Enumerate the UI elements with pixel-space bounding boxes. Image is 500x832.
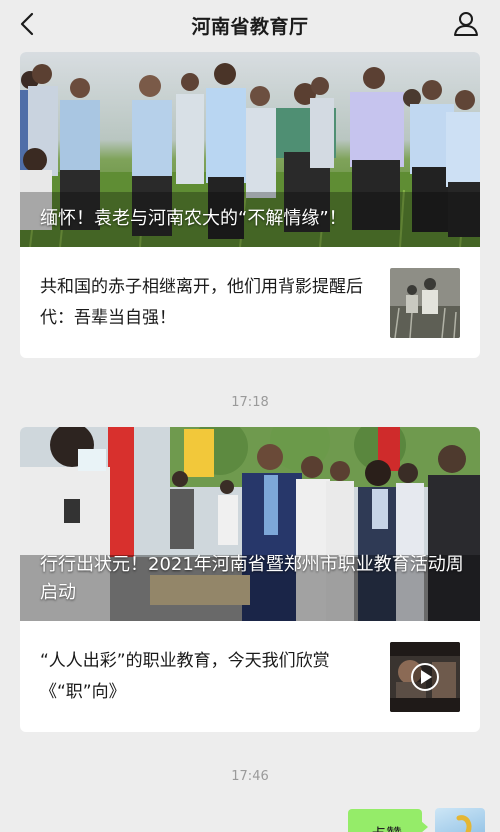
page-title: 河南省教育厅 — [191, 15, 309, 38]
article-card-1: 缅怀！袁老与河南农大的“不解情缘”！ 共和国的赤子相继离开，他们用背影提醒后代：… — [20, 52, 480, 358]
article-hero-1[interactable]: 缅怀！袁老与河南农大的“不解情缘”！ — [20, 52, 480, 247]
avatar-image — [456, 815, 472, 832]
top-bar: 河南省教育厅 — [0, 0, 500, 50]
user-avatar[interactable] — [435, 808, 485, 832]
article-headline-2: 行行出状元！2021年河南省暨郑州市职业教育活动周启动 — [40, 554, 464, 603]
sub-item-thumbnail-2[interactable] — [390, 641, 460, 712]
sub-item-text-2: “人人出彩”的职业教育，今天我们欣赏《“职”向》 — [40, 650, 330, 702]
chat-message-bubble[interactable]: 点赞 — [348, 809, 428, 832]
back-button[interactable] — [12, 9, 42, 39]
article-card-2: 行行出状元！2021年河南省暨郑州市职业教育活动周启动 “人人出彩”的职业教育，… — [20, 427, 480, 732]
timestamp: 17:46 — [231, 769, 269, 784]
sub-item-text-1: 共和国的赤子相继离开，他们用背影提醒后代：吾辈当自强！ — [40, 276, 363, 328]
chevron-left-icon — [20, 12, 34, 36]
article-headline-1: 缅怀！袁老与河南农大的“不解情缘”！ — [40, 208, 347, 229]
thumbnail-photo-field — [390, 267, 460, 338]
profile-button[interactable] — [452, 10, 480, 38]
sub-item-thumbnail-1 — [390, 267, 460, 338]
play-icon — [411, 662, 439, 691]
article-hero-2[interactable]: 行行出状元！2021年河南省暨郑州市职业教育活动周启动 — [20, 427, 480, 621]
article-sub-item-2[interactable]: “人人出彩”的职业教育，今天我们欣赏《“职”向》 — [20, 621, 480, 732]
person-icon — [454, 12, 478, 36]
article-sub-item-1[interactable]: 共和国的赤子相继离开，他们用背影提醒后代：吾辈当自强！ — [20, 247, 480, 358]
timestamp: 17:18 — [231, 395, 269, 410]
